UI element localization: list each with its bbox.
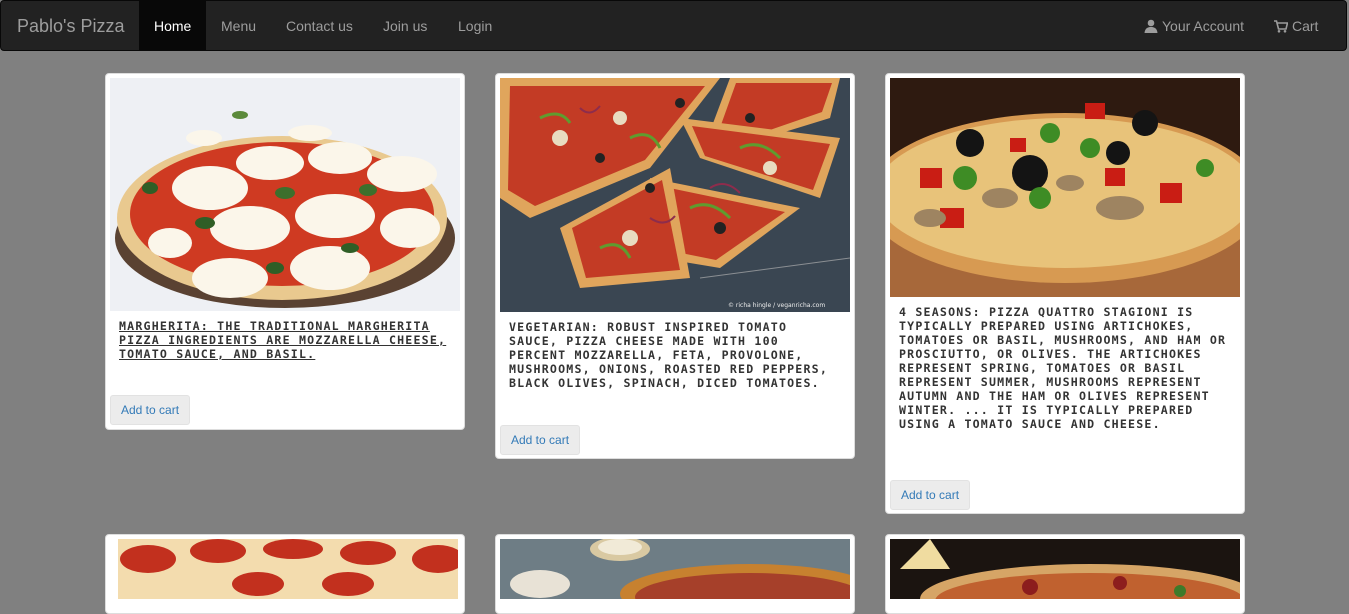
add-to-cart-button[interactable]: Add to cart bbox=[110, 395, 191, 425]
vegetarian-pizza-image[interactable]: © richa hingle / veganricha.com bbox=[500, 78, 850, 312]
product-caption: Vegetarian: Robust inspired tomato sauce… bbox=[509, 320, 829, 390]
nav-contact-us[interactable]: Contact us bbox=[271, 1, 368, 50]
4-seasons-pizza-image[interactable] bbox=[890, 78, 1240, 297]
product-card-6 bbox=[885, 534, 1245, 614]
product-card-4-seasons: 4 Seasons: Pizza Quattro Stagioni is typ… bbox=[885, 73, 1245, 514]
brand-logo[interactable]: Pablo's Pizza bbox=[17, 16, 125, 37]
product-card-5 bbox=[495, 534, 855, 614]
product-card-margherita: Margherita: The traditional Margherita p… bbox=[105, 73, 465, 430]
nav-home[interactable]: Home bbox=[139, 1, 207, 50]
pizza-image-5[interactable] bbox=[500, 539, 850, 599]
nav-login[interactable]: Login bbox=[443, 1, 507, 50]
your-account-link[interactable]: Your Account bbox=[1144, 1, 1244, 50]
nav-join-us[interactable]: Join us bbox=[368, 1, 442, 50]
pepperoni-pizza-image[interactable] bbox=[118, 539, 458, 599]
product-caption[interactable]: Margherita: The traditional Margherita p… bbox=[119, 319, 452, 361]
margherita-pizza-image[interactable] bbox=[110, 78, 460, 311]
add-to-cart-button[interactable]: Add to cart bbox=[500, 425, 581, 455]
product-card-4 bbox=[105, 534, 465, 614]
image-watermark: © richa hingle / veganricha.com bbox=[728, 302, 825, 309]
product-card-vegetarian: © richa hingle / veganricha.com Vegetari… bbox=[495, 73, 855, 459]
product-caption: 4 Seasons: Pizza Quattro Stagioni is typ… bbox=[899, 305, 1227, 431]
pizza-image-6[interactable] bbox=[890, 539, 1240, 599]
cart-label: Cart bbox=[1292, 18, 1319, 34]
user-icon bbox=[1144, 19, 1158, 33]
your-account-label: Your Account bbox=[1162, 18, 1244, 34]
cart-link[interactable]: Cart bbox=[1274, 1, 1318, 50]
add-to-cart-button[interactable]: Add to cart bbox=[890, 480, 971, 510]
navbar: Pablo's Pizza Home Menu Contact us Join … bbox=[0, 0, 1347, 51]
cart-icon bbox=[1274, 20, 1289, 33]
nav-menu[interactable]: Menu bbox=[206, 1, 271, 50]
